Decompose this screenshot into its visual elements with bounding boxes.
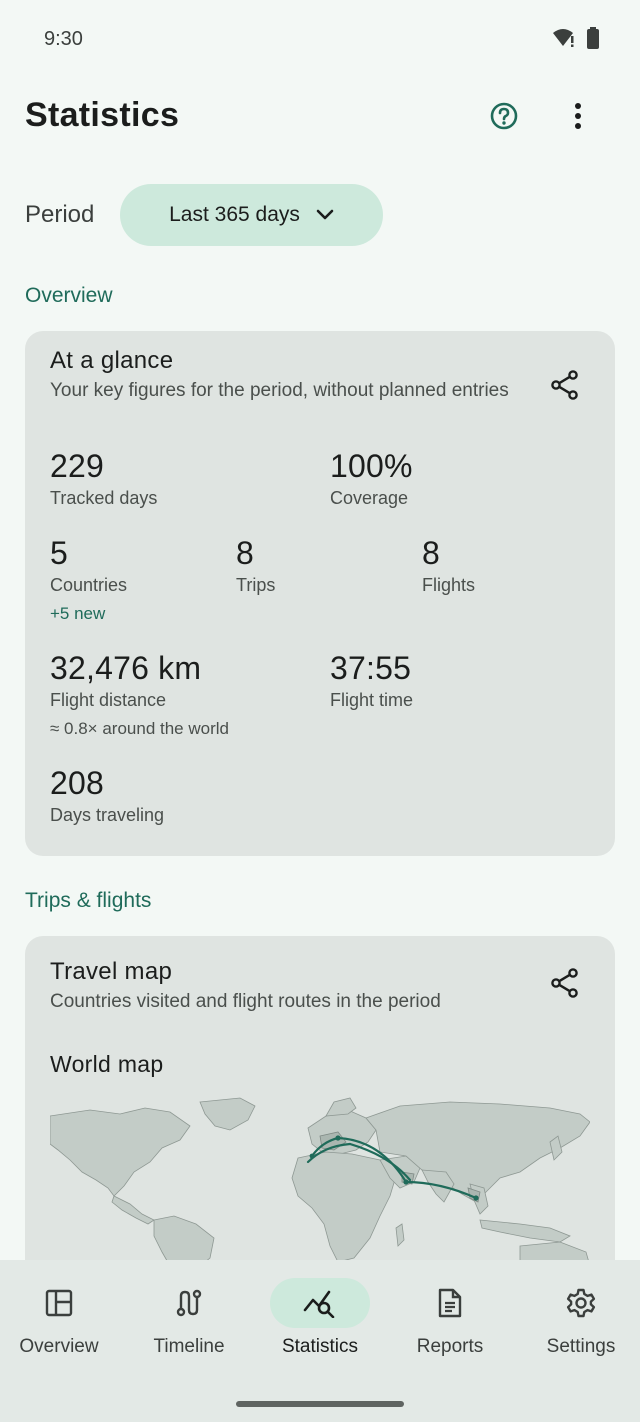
stat-label: Flights [422,575,476,595]
home-indicator[interactable] [236,1401,404,1407]
stat-value: 8 [236,535,254,571]
stat-flight-time: 37:55 Flight time [330,650,413,711]
nav-label: Overview [19,1336,99,1357]
nav-pill [531,1278,631,1328]
status-icons [552,27,600,54]
period-selected-value: Last 365 days [169,203,300,226]
nav-pill-active [270,1278,370,1328]
world-map[interactable] [50,1096,590,1266]
chevron-down-icon [316,209,334,220]
stat-label: Flight distance [50,690,167,710]
share-button[interactable] [545,365,585,405]
share-button[interactable] [545,963,585,1003]
stat-extra: ≈ 0.8× around the world [50,719,229,738]
nav-label: Reports [416,1336,484,1357]
stat-value: 208 [50,765,104,801]
wifi-alert-icon [552,27,576,54]
card-title: At a glance [50,347,174,374]
nav-label: Timeline [153,1336,225,1357]
nav-item-timeline[interactable]: Timeline [124,1278,254,1378]
at-a-glance-card: At a glance Your key figures for the per… [25,331,615,856]
status-time: 9:30 [44,28,83,50]
stat-days-traveling: 208 Days traveling [50,765,164,826]
stat-label: Countries [50,575,128,595]
period-dropdown[interactable]: Last 365 days [120,184,383,246]
nav-item-statistics[interactable]: Statistics [255,1278,385,1378]
document-icon [438,1288,462,1318]
section-title-trips-flights: Trips & flights [25,889,152,912]
nav-label: Statistics [281,1336,359,1357]
top-app-bar: Statistics [0,88,640,144]
card-subtitle: Countries visited and flight routes in t… [50,991,441,1012]
battery-icon [586,27,600,54]
stat-coverage: 100% Coverage [330,448,413,509]
nav-pill [9,1278,109,1328]
bottom-navigation: Overview Timeline Statistics Reports Set… [0,1260,640,1422]
nav-item-settings[interactable]: Settings [516,1278,640,1378]
more-vert-icon [575,103,581,129]
stat-label: Coverage [330,488,409,508]
gear-icon [566,1288,596,1318]
stat-value: 100% [330,448,413,484]
stat-label: Flight time [330,690,414,710]
stat-label: Days traveling [50,805,165,825]
stat-flights: 8 Flights [422,535,475,596]
help-circle-icon [490,102,518,130]
share-icon [551,370,578,400]
query-stats-icon [303,1290,335,1318]
card-title: Travel map [50,958,173,985]
stat-value: 37:55 [330,650,412,686]
dashboard-icon [45,1289,73,1317]
stat-label: Tracked days [50,488,158,508]
stat-extra: +5 new [50,604,106,623]
stat-tracked-days: 229 Tracked days [50,448,157,509]
help-button[interactable] [480,92,528,140]
card-subtitle: Your key figures for the period, without… [50,380,509,401]
period-label: Period [25,201,95,228]
nav-label: Settings [546,1336,616,1357]
stat-value: 229 [50,448,104,484]
map-title: World map [50,1051,164,1077]
page-title: Statistics [25,96,180,134]
share-icon [551,968,578,998]
stat-flight-distance: 32,476 km Flight distance ≈ 0.8× around … [50,650,229,739]
nav-item-overview[interactable]: Overview [0,1278,124,1378]
nav-pill [139,1278,239,1328]
stat-countries: 5 Countries +5 new [50,535,127,624]
stat-trips: 8 Trips [236,535,275,596]
more-options-button[interactable] [554,92,602,140]
status-bar: 9:30 [0,0,640,78]
nav-item-reports[interactable]: Reports [385,1278,515,1378]
world-map-graphic [50,1097,590,1266]
stat-value: 5 [50,535,68,571]
stat-label: Trips [236,575,276,595]
section-title-overview: Overview [25,284,113,307]
period-row: Period Last 365 days [0,184,640,246]
stat-value: 8 [422,535,440,571]
route-icon [176,1289,202,1317]
stat-value: 32,476 km [50,650,202,686]
nav-pill [400,1278,500,1328]
